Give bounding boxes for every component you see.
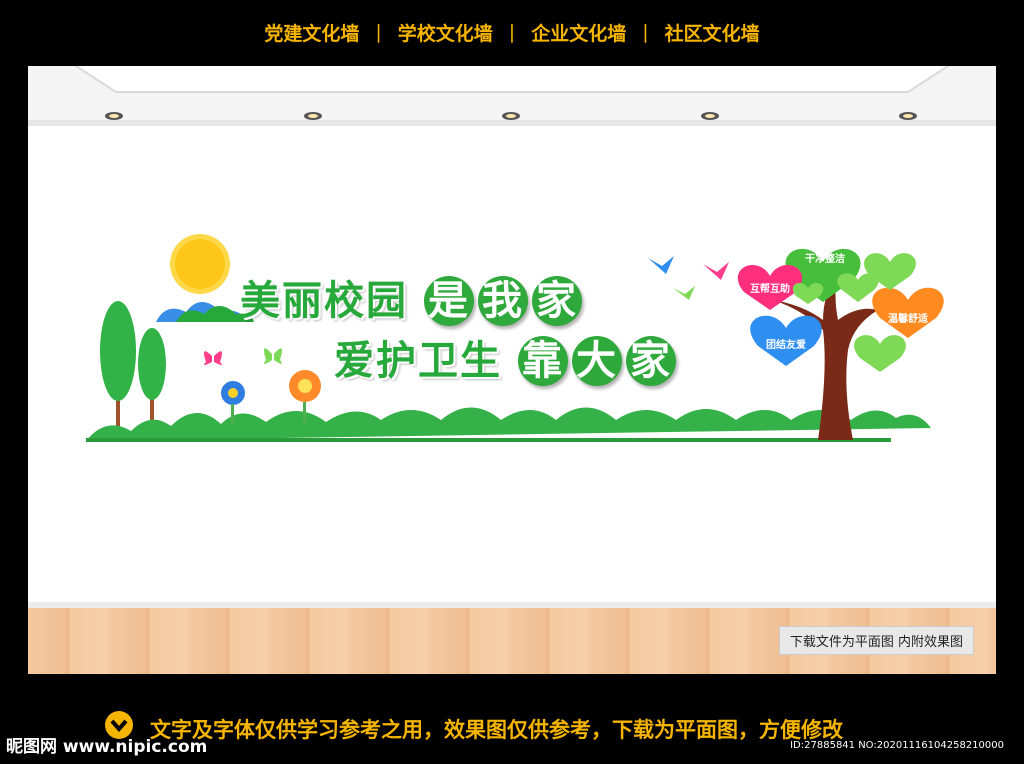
butterfly-icon [264, 348, 282, 364]
title-2-circle: 家 [625, 336, 676, 386]
nav-separator: | [508, 21, 516, 43]
title-1-circle: 我 [477, 276, 528, 326]
title-2-circle: 大 [571, 336, 622, 386]
title-1-circle: 家 [531, 276, 582, 326]
disclaimer-text: 文字及字体仅供学习参考之用，效果图仅供参考，下载为平面图，方便修改 [150, 718, 843, 742]
title-1-text: 美丽校园 [240, 278, 408, 324]
site-logo[interactable]: 昵图网 www.nipic.com [6, 732, 207, 757]
nav-item-community[interactable]: 社区文化墙 [665, 19, 760, 46]
title-1-circle: 是 [423, 276, 474, 326]
top-nav: 党建文化墙 | 学校文化墙 | 企业文化墙 | 社区文化墙 [0, 0, 1024, 64]
butterfly-icon [204, 351, 222, 365]
heart-label-unity: 团结友爱 [766, 340, 806, 351]
sun-icon [170, 234, 230, 294]
wall-art [86, 234, 944, 442]
nav-separator: | [375, 21, 382, 43]
bird-icon [648, 256, 729, 300]
heart-label-help: 互帮互助 [750, 284, 790, 295]
wall-preview: 干净整洁 互帮互助 温馨舒适 团结友爱 美丽校园 是我家 爱护卫生 靠大家 下载… [28, 66, 996, 674]
nav-item-party[interactable]: 党建文化墙 [264, 19, 359, 46]
title-line-2: 爱护卫生 靠大家 [334, 328, 680, 386]
heart-label-warm: 温馨舒适 [888, 314, 928, 325]
title-2-circle: 靠 [517, 336, 568, 386]
nav-separator: | [642, 21, 649, 43]
image-id: ID:27885841 NO:20201116104258210000 [790, 740, 1004, 751]
grass-hills [86, 407, 931, 441]
heart-label-clean: 干净整洁 [805, 254, 845, 265]
nav-item-school[interactable]: 学校文化墙 [398, 19, 493, 46]
heart-green-small [837, 273, 879, 302]
title-line-1: 美丽校园 是我家 [240, 268, 586, 326]
download-note: 下载文件为平面图 内附效果图 [778, 626, 974, 655]
nav-item-enterprise[interactable]: 企业文化墙 [531, 19, 626, 46]
heart-green-small [854, 335, 906, 372]
tree-icon [100, 301, 166, 430]
title-2-text: 爱护卫生 [334, 338, 502, 384]
